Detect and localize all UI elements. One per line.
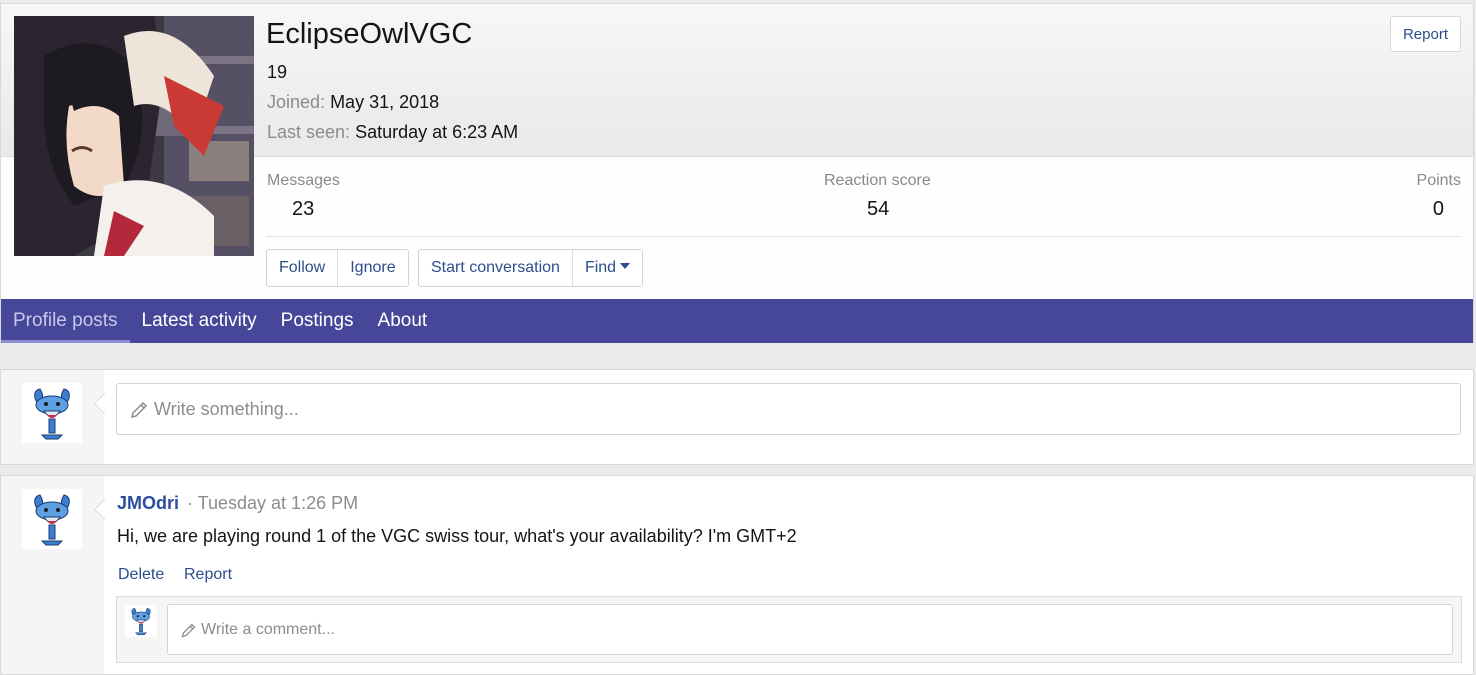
post-author-link[interactable]: JMOdri xyxy=(117,493,179,514)
ignore-button[interactable]: Ignore xyxy=(338,250,407,286)
joined-value: May 31, 2018 xyxy=(330,92,440,112)
follow-ignore-group: Follow Ignore xyxy=(266,249,409,287)
write-something-input[interactable]: Write something... xyxy=(116,383,1461,435)
profile-header-block: EclipseOwlVGC 19 Joined: May 31, 2018 La… xyxy=(0,3,1474,343)
composer-avatar[interactable] xyxy=(21,382,83,444)
write-comment-placeholder: Write a comment... xyxy=(201,621,335,638)
reaction-score-label: Reaction score xyxy=(824,172,931,189)
profile-post: JMOdri · Tuesday at 1:26 PM Hi, we are p… xyxy=(0,475,1474,675)
tab-postings[interactable]: Postings xyxy=(269,299,366,343)
profile-username: EclipseOwlVGC xyxy=(266,18,473,50)
last-seen-label: Last seen: xyxy=(267,122,351,142)
last-seen-pair: Last seen: Saturday at 6:23 AM xyxy=(267,122,518,143)
points-value[interactable]: 0 xyxy=(1433,198,1444,221)
pencil-icon xyxy=(130,401,148,419)
anime-girl-avatar-icon xyxy=(14,16,254,256)
user-title: 19 xyxy=(267,62,288,82)
report-profile-button[interactable]: Report xyxy=(1389,16,1461,52)
stats-divider xyxy=(266,236,1461,237)
conversation-find-group: Start conversation Find xyxy=(418,249,644,287)
pencil-icon xyxy=(181,623,196,638)
profile-post-composer: Write something... xyxy=(0,369,1474,465)
delete-post-link[interactable]: Delete xyxy=(118,566,164,584)
last-seen-value[interactable]: Saturday at 6:23 AM xyxy=(355,122,518,142)
messages-value[interactable]: 23 xyxy=(292,198,314,221)
start-conversation-button[interactable]: Start conversation xyxy=(419,250,573,286)
tab-about[interactable]: About xyxy=(366,299,440,343)
caret-down-icon xyxy=(620,263,631,269)
pokemon-avatar-icon xyxy=(21,488,83,550)
post-author-avatar[interactable] xyxy=(21,488,83,550)
post-body: Hi, we are playing round 1 of the VGC sw… xyxy=(117,526,797,546)
joined-pair: Joined: May 31, 2018 xyxy=(267,92,439,113)
comment-avatar[interactable] xyxy=(124,604,158,638)
find-menu-button[interactable]: Find xyxy=(573,250,642,286)
joined-label: Joined: xyxy=(267,92,326,112)
points-label: Points xyxy=(1416,172,1461,189)
profile-tabs: Profile posts Latest activity Postings A… xyxy=(1,299,1473,343)
write-something-placeholder: Write something... xyxy=(154,399,299,419)
pokemon-avatar-icon xyxy=(21,382,83,444)
pokemon-avatar-icon xyxy=(124,604,158,638)
write-comment-input[interactable]: Write a comment... xyxy=(167,604,1453,655)
post-timestamp[interactable]: · Tuesday at 1:26 PM xyxy=(187,493,358,514)
messages-label: Messages xyxy=(267,172,340,189)
profile-avatar[interactable] xyxy=(14,16,254,256)
comment-area: Write a comment... xyxy=(116,596,1462,663)
find-label: Find xyxy=(584,259,617,276)
tab-profile-posts[interactable]: Profile posts xyxy=(1,299,130,343)
reaction-score-value: 54 xyxy=(867,198,890,220)
tab-latest-activity[interactable]: Latest activity xyxy=(130,299,269,343)
follow-button[interactable]: Follow xyxy=(267,250,339,286)
report-post-link[interactable]: Report xyxy=(184,566,232,584)
